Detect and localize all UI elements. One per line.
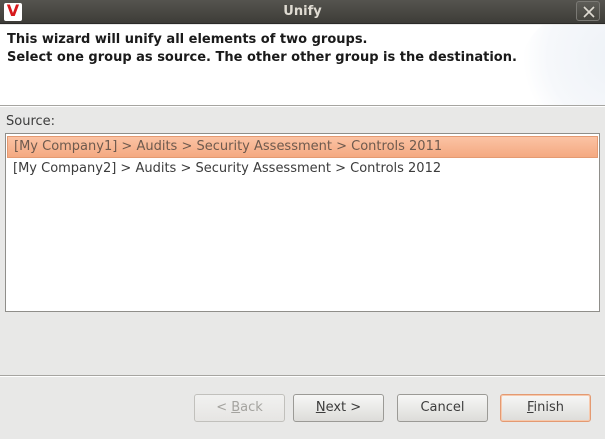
header-divider-highlight — [0, 106, 605, 107]
source-list-item[interactable]: [My Company1] > Audits > Security Assess… — [7, 136, 598, 158]
close-button[interactable] — [576, 1, 600, 21]
next-button-label: ext > — [325, 400, 362, 415]
source-list-item[interactable]: [My Company2] > Audits > Security Assess… — [7, 158, 598, 180]
back-button-prefix: < — [216, 400, 232, 415]
next-button-mnemonic: N — [315, 400, 326, 415]
footer-divider-highlight — [0, 376, 605, 377]
source-list[interactable]: [My Company1] > Audits > Security Assess… — [5, 133, 600, 312]
window-title: Unify — [283, 4, 322, 19]
back-button-label: ack — [240, 400, 263, 415]
finish-button-label: inish — [533, 400, 565, 415]
cancel-button[interactable]: Cancel — [397, 394, 488, 422]
back-button[interactable]: < Back — [194, 394, 285, 422]
close-icon — [583, 6, 595, 18]
wizard-header: This wizard will unify all elements of t… — [0, 25, 605, 105]
source-label: Source: — [6, 114, 56, 129]
wizard-description-line-1: This wizard will unify all elements of t… — [7, 32, 368, 47]
title-bar: V Unify — [0, 0, 605, 24]
finish-button[interactable]: Finish — [500, 394, 591, 422]
header-decoration — [520, 25, 605, 105]
back-button-mnemonic: B — [231, 400, 241, 415]
next-button[interactable]: Next > — [293, 394, 384, 422]
wizard-description-line-2: Select one group as source. The other ot… — [7, 50, 517, 65]
